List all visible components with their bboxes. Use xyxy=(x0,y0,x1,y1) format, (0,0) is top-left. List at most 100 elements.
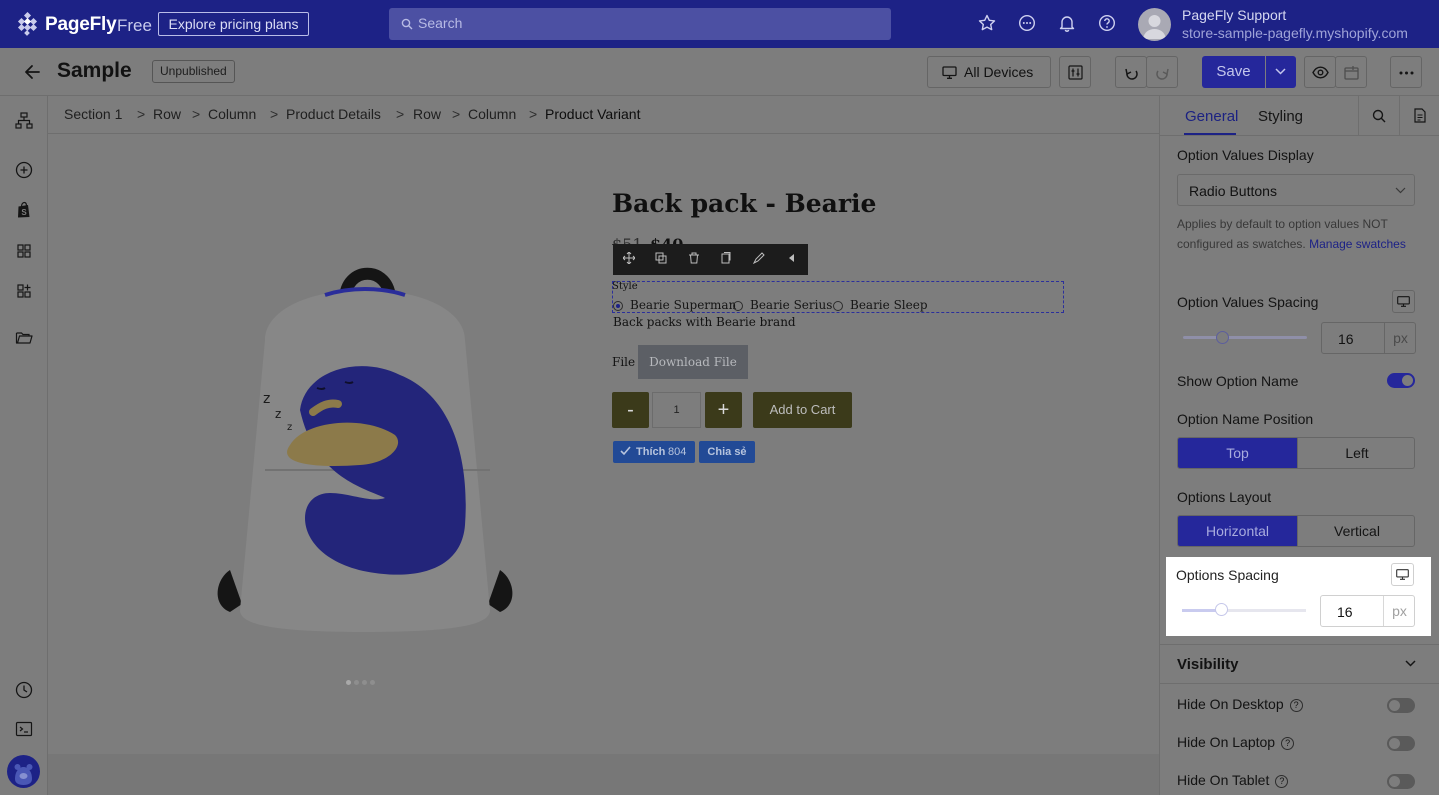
sliders-icon xyxy=(1068,65,1083,80)
save-button[interactable]: Save xyxy=(1202,56,1265,88)
carousel-dot[interactable] xyxy=(370,680,375,685)
copy-icon[interactable] xyxy=(720,252,732,264)
facebook-like-button[interactable]: Thích 804 xyxy=(613,441,695,463)
slider-thumb[interactable] xyxy=(1215,603,1228,616)
option-radio[interactable] xyxy=(613,301,623,311)
hide-on-desktop-toggle[interactable] xyxy=(1387,698,1415,713)
duplicate-icon[interactable] xyxy=(655,252,667,264)
carousel-dot[interactable] xyxy=(354,680,359,685)
product-title[interactable]: Back pack - Bearie xyxy=(612,189,876,218)
position-top-button[interactable]: Top xyxy=(1178,438,1297,468)
carousel-dot-active[interactable] xyxy=(346,680,351,685)
plan-label: Free xyxy=(117,16,152,35)
breadcrumb-item[interactable]: Row xyxy=(413,106,441,122)
check-icon xyxy=(620,446,631,456)
mascot-avatar[interactable] xyxy=(7,755,40,788)
undo-button[interactable] xyxy=(1115,56,1147,88)
quantity-increase-button[interactable]: + xyxy=(705,392,742,428)
panel-search-button[interactable] xyxy=(1358,96,1399,136)
collapse-icon[interactable] xyxy=(786,252,798,264)
breadcrumb-item[interactable]: Section 1 xyxy=(64,106,122,122)
bell-icon[interactable] xyxy=(1058,14,1076,32)
terminal-icon[interactable] xyxy=(15,721,33,737)
option-values-spacing-input[interactable]: 16 px xyxy=(1321,322,1416,354)
show-option-name-toggle[interactable] xyxy=(1387,373,1415,388)
facebook-share-button[interactable]: Chia sẻ xyxy=(699,441,755,463)
add-icon[interactable] xyxy=(15,161,33,179)
breadcrumb-item[interactable]: Column xyxy=(468,106,516,122)
layout-vertical-button[interactable]: Vertical xyxy=(1297,516,1414,546)
paint-icon[interactable] xyxy=(753,252,765,264)
product-description[interactable]: Back packs with Bearie brand xyxy=(613,315,796,329)
logo-icon[interactable] xyxy=(16,12,40,36)
option-label[interactable]: Bearie Superman xyxy=(630,298,736,312)
visibility-section-header[interactable]: Visibility xyxy=(1160,644,1439,684)
grid-icon[interactable] xyxy=(15,242,33,260)
option-label[interactable]: Bearie Serius xyxy=(750,298,832,312)
options-layout-control: Horizontal Vertical xyxy=(1177,515,1415,547)
hide-on-laptop-toggle[interactable] xyxy=(1387,736,1415,751)
chat-icon[interactable] xyxy=(1018,14,1036,32)
move-icon[interactable] xyxy=(623,252,635,264)
layout-horizontal-button[interactable]: Horizontal xyxy=(1178,516,1297,546)
position-left-button[interactable]: Left xyxy=(1297,438,1414,468)
option-radio[interactable] xyxy=(833,301,843,311)
publish-button[interactable] xyxy=(1335,56,1367,88)
help-icon[interactable]: ? xyxy=(1289,699,1303,712)
hide-on-tablet-label: Hide On Tablet xyxy=(1177,772,1270,788)
publish-icon xyxy=(1344,65,1359,80)
tab-styling[interactable]: Styling xyxy=(1258,108,1303,125)
layers-icon[interactable] xyxy=(15,112,33,129)
more-options-button[interactable] xyxy=(1390,56,1422,88)
save-options-button[interactable] xyxy=(1266,56,1296,88)
search-input[interactable]: Search xyxy=(389,8,891,40)
avatar[interactable] xyxy=(1138,8,1171,41)
breadcrumb: Section 1 > Row > Column > Product Detai… xyxy=(48,96,1159,134)
options-spacing-slider[interactable] xyxy=(1182,609,1306,612)
breadcrumb-current[interactable]: Product Variant xyxy=(545,106,640,122)
breadcrumb-item[interactable]: Row xyxy=(153,106,181,122)
show-option-name-label: Show Option Name xyxy=(1177,373,1299,389)
device-toggle-button[interactable] xyxy=(1391,563,1414,586)
shopify-icon[interactable]: S xyxy=(15,201,33,219)
panel-tabs: General Styling xyxy=(1160,96,1439,136)
add-to-cart-button[interactable]: Add to Cart xyxy=(753,392,852,428)
tab-general[interactable]: General xyxy=(1185,108,1238,125)
active-tab-indicator xyxy=(1184,133,1236,135)
quantity-input[interactable]: 1 xyxy=(652,392,701,428)
svg-text:z: z xyxy=(275,407,281,421)
help-icon[interactable]: ? xyxy=(1281,737,1295,750)
help-icon[interactable]: ? xyxy=(1275,775,1289,788)
option-values-display-select[interactable]: Radio Buttons xyxy=(1177,174,1415,206)
carousel-dot[interactable] xyxy=(362,680,367,685)
delete-icon[interactable] xyxy=(688,252,700,264)
apps-icon[interactable] xyxy=(15,282,33,300)
breadcrumb-item[interactable]: Column xyxy=(208,106,256,122)
all-devices-button[interactable]: All Devices xyxy=(927,56,1051,88)
help-icon[interactable] xyxy=(1098,14,1116,32)
settings-sliders-button[interactable] xyxy=(1059,56,1091,88)
folder-icon[interactable] xyxy=(15,330,33,346)
logo-text: PageFly xyxy=(45,14,117,35)
slider-thumb[interactable] xyxy=(1216,331,1229,344)
device-toggle-button[interactable] xyxy=(1392,290,1415,313)
panel-docs-button[interactable] xyxy=(1399,96,1439,136)
options-spacing-input[interactable]: 16 px xyxy=(1320,595,1415,627)
quantity-decrease-button[interactable]: - xyxy=(612,392,649,428)
visibility-title: Visibility xyxy=(1177,656,1239,673)
history-icon[interactable] xyxy=(15,681,33,699)
explore-pricing-button[interactable]: Explore pricing plans xyxy=(158,12,309,36)
back-arrow-icon[interactable] xyxy=(24,64,40,80)
option-label[interactable]: Bearie Sleep xyxy=(850,298,928,312)
breadcrumb-item[interactable]: Product Details xyxy=(286,106,381,122)
store-domain: store-sample-pagefly.myshopify.com xyxy=(1182,25,1408,41)
download-file-button[interactable]: Download File xyxy=(638,345,748,379)
preview-button[interactable] xyxy=(1304,56,1336,88)
hide-on-tablet-toggle[interactable] xyxy=(1387,774,1415,789)
option-values-spacing-slider[interactable] xyxy=(1183,336,1307,339)
manage-swatches-link[interactable]: Manage swatches xyxy=(1309,237,1406,251)
product-image[interactable]: z z z xyxy=(205,240,525,640)
star-icon[interactable] xyxy=(978,14,996,32)
redo-button[interactable] xyxy=(1146,56,1178,88)
option-radio[interactable] xyxy=(733,301,743,311)
